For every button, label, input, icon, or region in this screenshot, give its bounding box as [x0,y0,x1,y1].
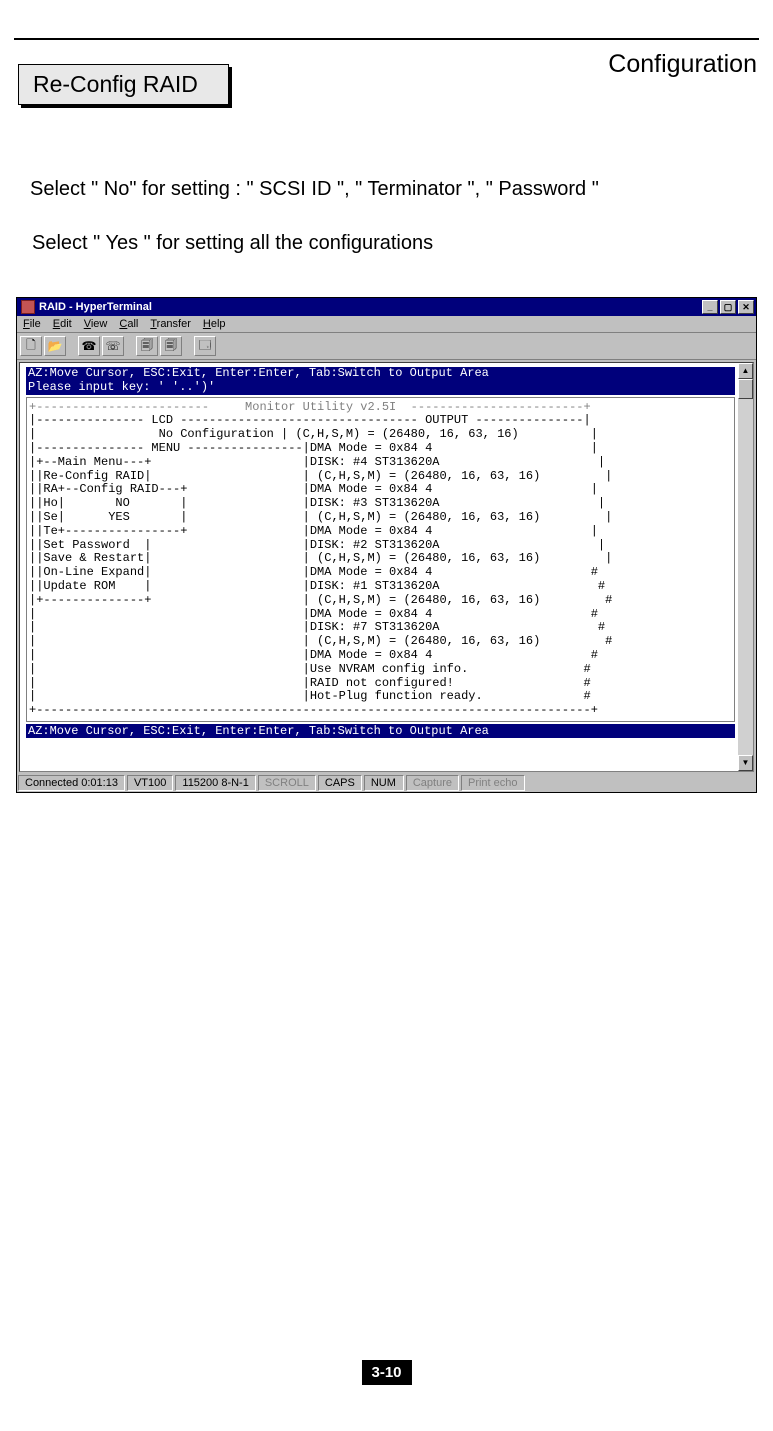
properties-icon[interactable]: 🗔 [194,336,216,356]
scroll-track[interactable] [738,379,753,755]
scroll-down-icon[interactable]: ▼ [738,755,753,771]
terminal-body: |--------------- LCD -------------------… [29,414,732,718]
send-icon[interactable]: 🗐 [136,336,158,356]
disconnect-icon[interactable]: ☏ [102,336,124,356]
receive-icon[interactable]: 🗐 [160,336,182,356]
menubar: File Edit View Call Transfer Help [17,316,756,333]
menu-call[interactable]: Call [119,318,138,330]
status-num: NUM [364,775,404,791]
vertical-scrollbar[interactable]: ▲ ▼ [737,363,753,771]
body-text-1: Select " No" for setting : " SCSI ID ", … [30,175,743,203]
terminal-hint-bottom: AZ:Move Cursor, ESC:Exit, Enter:Enter, T… [26,724,735,738]
new-doc-icon[interactable]: 🗋 [20,336,42,356]
body-text-2: Select " Yes " for setting all the confi… [32,229,743,257]
hyperterminal-window: RAID - HyperTerminal _ ▢ ✕ File Edit Vie… [16,297,757,793]
page-header: Configuration [608,50,757,79]
statusbar: Connected 0:01:13 VT100 115200 8-N-1 SCR… [17,774,756,792]
monitor-title-line: +------------------------ Monitor Utilit… [29,400,591,414]
terminal-hint-top: AZ:Move Cursor, ESC:Exit, Enter:Enter, T… [26,367,735,395]
status-caps: CAPS [318,775,362,791]
scroll-thumb[interactable] [738,379,753,399]
menu-help[interactable]: Help [203,318,226,330]
page-number: 3-10 [361,1360,411,1385]
status-connected: Connected 0:01:13 [18,775,125,791]
terminal-output-box: +------------------------ Monitor Utilit… [26,397,735,722]
menu-view[interactable]: View [84,318,108,330]
section-heading: Re-Config RAID [18,64,229,105]
menu-transfer[interactable]: Transfer [150,318,191,330]
titlebar: RAID - HyperTerminal _ ▢ ✕ [17,298,756,316]
menu-edit[interactable]: Edit [53,318,72,330]
status-port: 115200 8-N-1 [175,775,255,791]
app-icon [21,300,35,314]
scroll-up-icon[interactable]: ▲ [738,363,753,379]
menu-file[interactable]: File [23,318,41,330]
close-button[interactable]: ✕ [738,300,754,314]
titlebar-title: RAID - HyperTerminal [39,301,152,313]
terminal-area: AZ:Move Cursor, ESC:Exit, Enter:Enter, T… [19,362,754,772]
open-doc-icon[interactable]: 📂 [44,336,66,356]
status-emulation: VT100 [127,775,173,791]
header-rule [14,38,759,40]
status-capture: Capture [406,775,459,791]
toolbar: 🗋 📂 ☎ ☏ 🗐 🗐 🗔 [17,333,756,360]
terminal-content[interactable]: AZ:Move Cursor, ESC:Exit, Enter:Enter, T… [20,363,737,771]
minimize-button[interactable]: _ [702,300,718,314]
status-scroll: SCROLL [258,775,316,791]
connect-icon[interactable]: ☎ [78,336,100,356]
maximize-button[interactable]: ▢ [720,300,736,314]
status-printecho: Print echo [461,775,525,791]
